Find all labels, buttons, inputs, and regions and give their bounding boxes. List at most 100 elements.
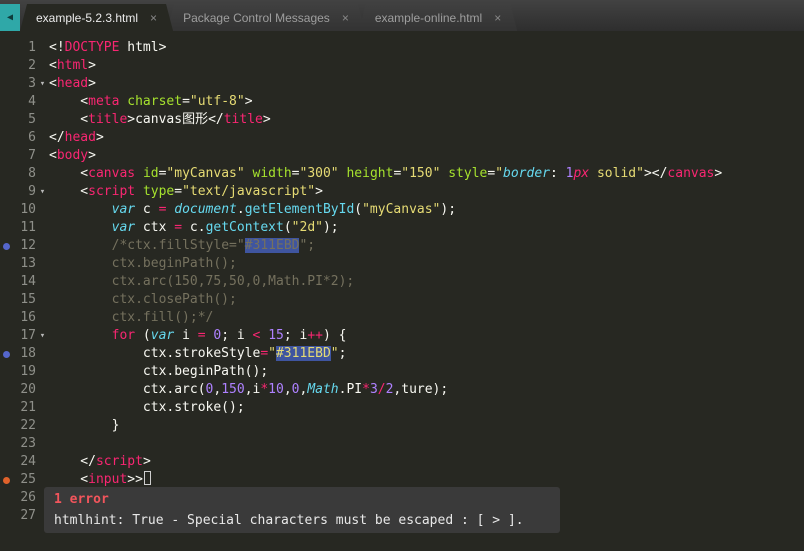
code-text: ctx.strokeStyle="#311EBD"; bbox=[49, 346, 347, 361]
code-text: ctx.beginPath(); bbox=[49, 256, 237, 271]
bookmark-marker-dot bbox=[3, 351, 10, 358]
code-text: } bbox=[49, 418, 120, 433]
code-text: <html> bbox=[49, 58, 96, 73]
line-number: 10 bbox=[20, 202, 36, 217]
line-number: 26 bbox=[20, 490, 36, 505]
line-number: 27 bbox=[20, 508, 36, 523]
code-text: ctx.stroke(); bbox=[49, 400, 245, 415]
code-text: ctx.closePath(); bbox=[49, 292, 237, 307]
editor[interactable]: 1 <!DOCTYPE html> 2 <html> 3 ▾ <head> 4 <meta c… bbox=[0, 31, 804, 525]
code-text: var c = document.getElementById("myCanva… bbox=[111, 202, 457, 217]
code-line[interactable]: 21 ctx.stroke(); bbox=[0, 399, 804, 417]
code-line[interactable]: 18 ctx.strokeStyle="#311EBD"; bbox=[0, 345, 804, 363]
code-text: <body> bbox=[49, 148, 96, 163]
line-number: 19 bbox=[20, 364, 36, 379]
line-number: 13 bbox=[20, 256, 36, 271]
line-number: 24 bbox=[20, 454, 36, 469]
tab-example-5.2.3.html[interactable]: example-5.2.3.html × bbox=[20, 4, 173, 31]
code-area[interactable]: 1 <!DOCTYPE html> 2 <html> 3 ▾ <head> 4 <meta c… bbox=[0, 39, 804, 525]
lint-error-message: htmlhint: True - Special characters must… bbox=[54, 513, 524, 528]
code-text: <meta charset="utf-8"> bbox=[49, 94, 253, 109]
line-number: 15 bbox=[20, 292, 36, 307]
tab-scroll-left-button[interactable]: ◀ bbox=[0, 4, 20, 31]
code-line[interactable]: 16 ctx.fill();*/ bbox=[0, 309, 804, 327]
tab-close-icon[interactable]: × bbox=[494, 11, 501, 25]
code-line[interactable]: 20 ctx.arc(0,150,i*10,0,Math.PI*3/2,ture… bbox=[0, 381, 804, 399]
code-line[interactable]: 4 <meta charset="utf-8"> bbox=[0, 93, 804, 111]
line-number: 21 bbox=[20, 400, 36, 415]
line-number: 17 bbox=[20, 328, 36, 343]
tab-close-icon[interactable]: × bbox=[342, 11, 349, 25]
tab-bar: ◀ example-5.2.3.html × Package Control Mes… bbox=[0, 0, 804, 31]
line-number: 2 bbox=[28, 58, 36, 73]
code-text: <head> bbox=[49, 76, 96, 91]
fold-arrow-icon[interactable]: ▾ bbox=[36, 75, 49, 93]
tab-package-control-messages[interactable]: Package Control Messages × bbox=[167, 4, 365, 31]
bookmark-marker-dot bbox=[3, 243, 10, 250]
code-line[interactable]: 19 ctx.beginPath(); bbox=[0, 363, 804, 381]
tab-label: example-5.2.3.html bbox=[36, 10, 139, 25]
code-text: <!DOCTYPE html> bbox=[49, 40, 167, 55]
tab-close-icon[interactable]: × bbox=[150, 11, 157, 25]
code-text: var ctx = c.getContext("2d"); bbox=[111, 220, 339, 235]
code-text: ctx.beginPath(); bbox=[49, 364, 269, 379]
code-text: ctx.fill();*/ bbox=[49, 310, 214, 325]
fold-arrow-icon[interactable]: ▾ bbox=[36, 327, 49, 345]
code-line[interactable]: 11 var ctx = c.getContext("2d"); bbox=[0, 219, 804, 237]
code-text: </script> bbox=[49, 454, 151, 469]
code-text: for (var i = 0; i < 15; i++) { bbox=[111, 328, 347, 343]
tab-example-online.html[interactable]: example-online.html × bbox=[359, 4, 517, 31]
code-line[interactable]: 14 ctx.arc(150,75,50,0,Math.PI*2); bbox=[0, 273, 804, 291]
code-line[interactable]: 10 var c = document.getElementById("myCa… bbox=[0, 201, 804, 219]
code-line[interactable]: 7 <body> bbox=[0, 147, 804, 165]
left-arrow-icon: ◀ bbox=[6, 12, 14, 23]
code-line[interactable]: 6 </head> bbox=[0, 129, 804, 147]
code-line[interactable]: 8 <canvas id="myCanvas" width="300" heig… bbox=[0, 165, 804, 183]
code-line[interactable]: 2 <html> bbox=[0, 57, 804, 75]
tab-label: Package Control Messages bbox=[183, 10, 330, 25]
code-line[interactable]: 17 ▾ for (var i = 0; i < 15; i++) { bbox=[0, 327, 804, 345]
code-line[interactable]: 5 <title>canvas图形</title> bbox=[0, 111, 804, 129]
line-number: 5 bbox=[28, 112, 36, 127]
line-number: 1 bbox=[28, 40, 36, 55]
code-line[interactable]: 12 /*ctx.fillStyle="#311EBD"; bbox=[0, 237, 804, 255]
code-text: </head> bbox=[49, 130, 104, 145]
line-number: 6 bbox=[28, 130, 36, 145]
line-number: 20 bbox=[20, 382, 36, 397]
code-line[interactable]: 15 ctx.closePath(); bbox=[0, 291, 804, 309]
code-line[interactable]: 3 ▾ <head> bbox=[0, 75, 804, 93]
tab-strip: example-5.2.3.html × Package Control Messa… bbox=[20, 4, 511, 31]
code-line[interactable]: 23 bbox=[0, 435, 804, 453]
code-line[interactable]: 1 <!DOCTYPE html> bbox=[0, 39, 804, 57]
code-line[interactable]: 13 ctx.beginPath(); bbox=[0, 255, 804, 273]
code-line[interactable]: 9 ▾ <script type="text/javascript"> bbox=[0, 183, 804, 201]
text-caret bbox=[143, 471, 151, 485]
code-text: /*ctx.fillStyle="#311EBD"; bbox=[111, 238, 316, 253]
line-number: 4 bbox=[28, 94, 36, 109]
line-number: 22 bbox=[20, 418, 36, 433]
line-number: 9 bbox=[28, 184, 36, 199]
code-line[interactable]: 24 </script> bbox=[0, 453, 804, 471]
code-line[interactable]: 22 } bbox=[0, 417, 804, 435]
fold-arrow-icon[interactable]: ▾ bbox=[36, 183, 49, 201]
code-text: <title>canvas图形</title> bbox=[49, 112, 271, 127]
